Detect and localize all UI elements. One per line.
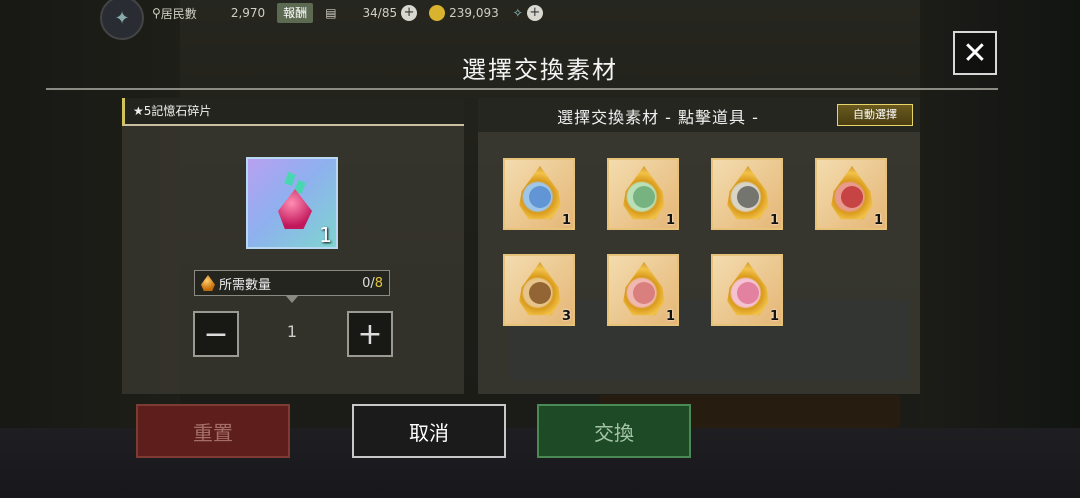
exchange-button[interactable]: 交換 (537, 404, 691, 458)
cancel-button[interactable]: 取消 (352, 404, 506, 458)
reward-tag[interactable]: 報酬 (277, 3, 314, 23)
dialog-title: 選擇交換素材 (462, 56, 618, 84)
close-button[interactable]: ✕ (953, 31, 997, 75)
residents-label: 居民數 (160, 6, 197, 21)
material-count: 1 (873, 213, 883, 228)
character-portrait-icon (841, 186, 863, 208)
material-slot[interactable]: 1 (815, 158, 887, 230)
material-count: 1 (769, 309, 779, 324)
bed-icon: ▤ (325, 6, 337, 20)
capacity-value: 34/85 (362, 6, 398, 20)
capacity-counter: ▤ 34/85 + (325, 5, 418, 21)
shard-icon (284, 171, 296, 187)
reward-tag-label: 報酬 (277, 3, 314, 23)
gold-counter: 239,093 ✧ + (429, 5, 543, 21)
character-portrait-icon (737, 282, 759, 304)
decrease-button[interactable]: − (193, 311, 239, 357)
material-count: 1 (665, 309, 675, 324)
material-slot[interactable]: 1 (711, 158, 783, 230)
material-slot[interactable]: 3 (503, 254, 575, 326)
crystal-icon: ✧ (512, 6, 523, 20)
character-portrait-icon (737, 186, 759, 208)
material-selection-panel (478, 98, 920, 394)
increase-button[interactable]: + (347, 311, 393, 357)
residents-value: 2,970 (230, 6, 266, 20)
required-amount-value: 0/8 (362, 276, 383, 291)
stone-drop-icon (201, 275, 215, 291)
exchange-quantity: 1 (286, 322, 298, 341)
coin-icon (429, 5, 446, 21)
residents-counter: ⚲ 居民數 2,970 (152, 5, 265, 22)
gold-plus-button[interactable]: + (526, 5, 543, 21)
required-current: 0/ (362, 275, 375, 291)
target-item-qty: 1 (319, 223, 332, 247)
person-icon: ⚲ (152, 6, 161, 20)
material-count: 3 (561, 309, 571, 324)
top-status-bar: ✦ ⚲ 居民數 2,970 報酬 ▤ 34/85 + 239,093 ✧ + (100, 0, 700, 40)
material-count: 1 (769, 213, 779, 228)
material-panel-title: 選擇交換素材 - 點擊道具 - (557, 108, 759, 127)
required-amount-bar: 所需數量 0/8 (194, 270, 390, 296)
auto-select-button[interactable]: 自動選擇 (837, 104, 913, 126)
material-count: 1 (665, 213, 675, 228)
target-item-name: ★5記憶石碎片 (122, 98, 464, 126)
required-amount-label: 所需數量 (219, 277, 272, 293)
material-slot[interactable]: 1 (607, 254, 679, 326)
material-slot[interactable]: 1 (607, 158, 679, 230)
memory-stone-shard-icon[interactable]: 1 (246, 157, 338, 249)
character-portrait-icon (529, 186, 551, 208)
character-portrait-icon (633, 186, 655, 208)
required-total: 8 (374, 275, 383, 291)
material-count: 1 (561, 213, 571, 228)
gold-value: 239,093 (449, 6, 499, 20)
character-portrait-icon (633, 282, 655, 304)
capacity-plus-button[interactable]: + (401, 5, 418, 21)
pointer-arrow (286, 296, 298, 303)
title-divider (46, 88, 998, 90)
material-slot[interactable]: 1 (711, 254, 783, 326)
character-portrait-icon (529, 282, 551, 304)
gem-icon (278, 189, 312, 229)
material-slot[interactable]: 1 (503, 158, 575, 230)
reset-button[interactable]: 重置 (136, 404, 290, 458)
